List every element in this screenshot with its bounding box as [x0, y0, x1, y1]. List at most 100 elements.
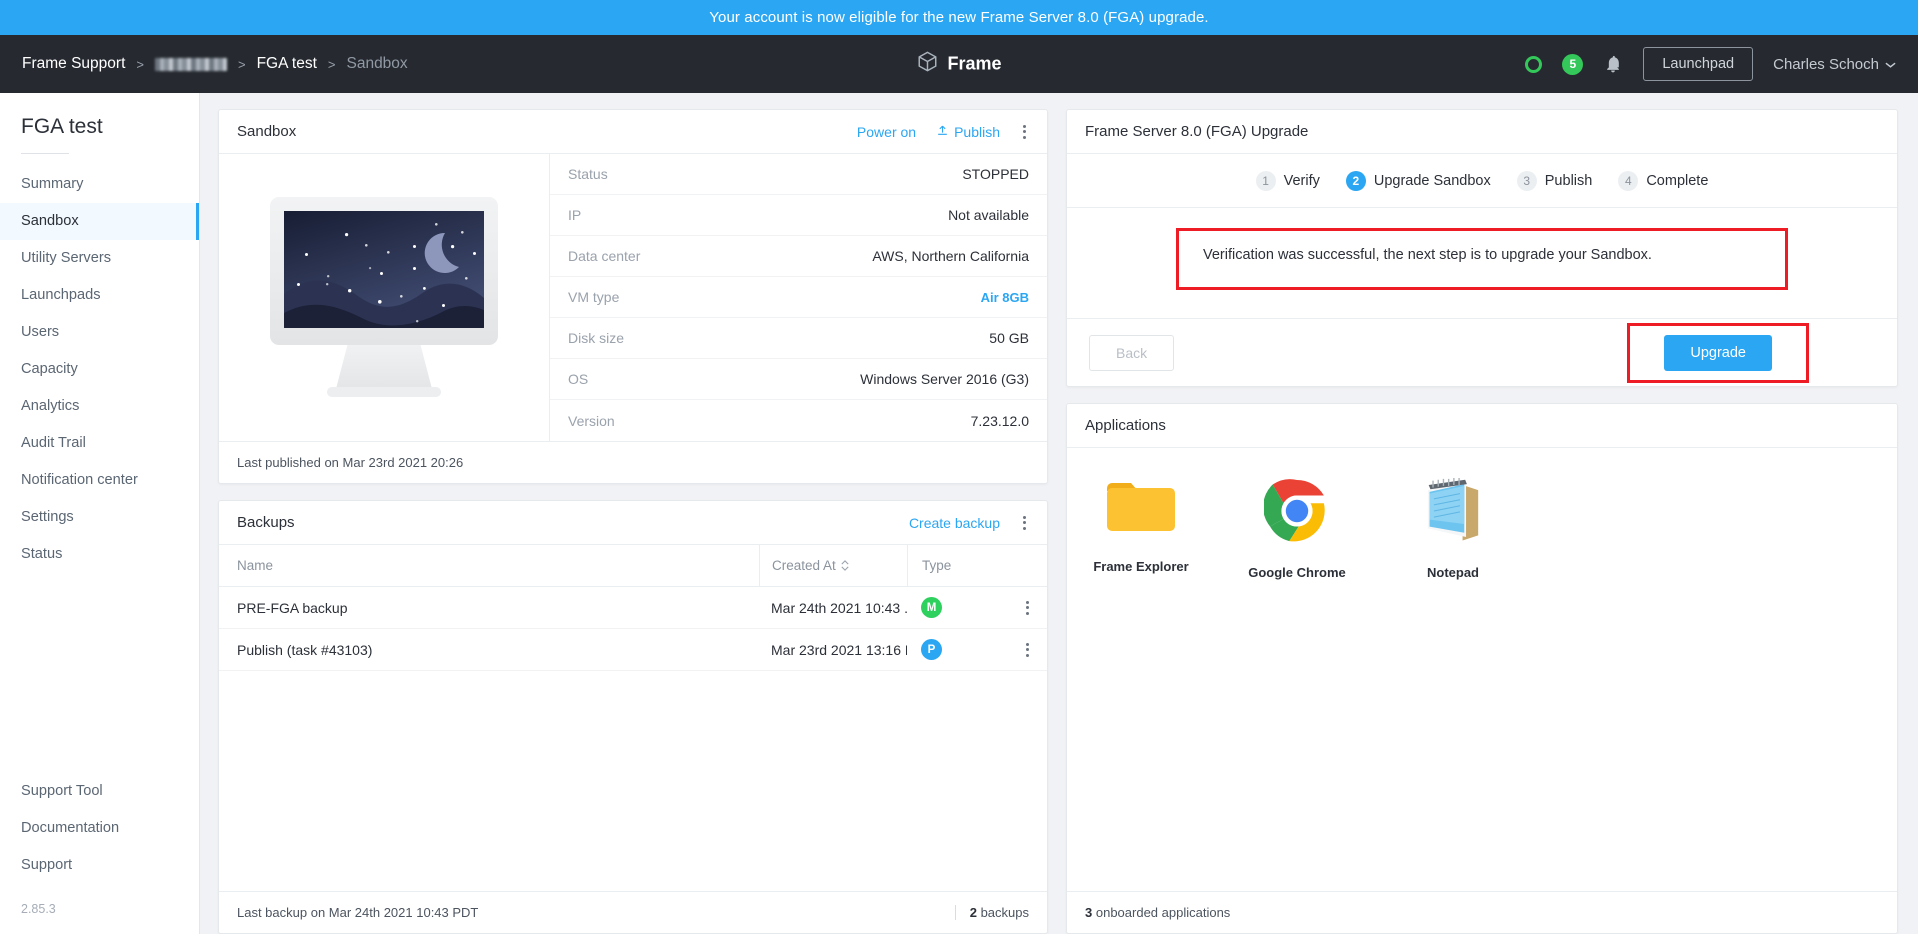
- step-number: 1: [1255, 170, 1276, 191]
- upload-icon: [936, 124, 949, 140]
- applications-count-label: onboarded applications: [1095, 905, 1231, 920]
- sandbox-card-actions: Power on Publish: [857, 122, 1029, 142]
- sandbox-card-header: Sandbox Power on Publish: [219, 110, 1047, 154]
- detail-value: STOPPED: [962, 166, 1029, 182]
- backup-name: Publish (task #43103): [237, 641, 373, 658]
- step-publish[interactable]: 3 Publish: [1516, 170, 1593, 191]
- step-label: Complete: [1646, 172, 1709, 189]
- notification-count-badge[interactable]: 5: [1562, 53, 1584, 75]
- application-notepad[interactable]: Notepad: [1401, 478, 1505, 891]
- step-label: Upgrade Sandbox: [1373, 172, 1491, 189]
- row-actions[interactable]: [1007, 598, 1047, 618]
- power-on-button[interactable]: Power on: [857, 124, 916, 140]
- backups-table: Name Created At Type PRE-FGA backup Mar …: [219, 545, 1047, 891]
- applications-card-footer: 3 onboarded applications: [1067, 891, 1897, 933]
- detail-value: AWS, Northern California: [872, 248, 1029, 264]
- bell-icon[interactable]: [1603, 54, 1623, 74]
- column-header-created-at-label: Created At: [772, 558, 836, 573]
- sidebar-item-documentation[interactable]: Documentation: [0, 810, 199, 847]
- step-label: Publish: [1544, 172, 1593, 189]
- sidebar-title: FGA test: [21, 115, 103, 138]
- create-backup-button[interactable]: Create backup: [909, 515, 1000, 531]
- step-upgrade-sandbox[interactable]: 2 Upgrade Sandbox: [1345, 170, 1491, 191]
- detail-row-ip: IP Not available: [550, 195, 1047, 236]
- backups-card-actions: Create backup: [909, 513, 1029, 533]
- detail-label: Status: [568, 166, 608, 182]
- sandbox-details-table: Status STOPPED IP Not available Data cen…: [549, 154, 1047, 441]
- backups-table-header: Name Created At Type: [219, 545, 1047, 587]
- table-row[interactable]: PRE-FGA backup Mar 24th 2021 10:43 ... M: [219, 587, 1047, 629]
- user-name: Charles Schoch: [1773, 55, 1879, 73]
- sidebar-item-capacity[interactable]: Capacity: [0, 351, 199, 388]
- application-name: Frame Explorer: [1093, 559, 1189, 574]
- detail-value: Windows Server 2016 (G3): [860, 371, 1029, 387]
- left-column: Sandbox Power on Publish Status STOPPED …: [218, 109, 1048, 934]
- sidebar-item-support-tool[interactable]: Support Tool: [0, 773, 199, 810]
- detail-value: Not available: [948, 207, 1029, 223]
- sidebar-item-status[interactable]: Status: [0, 536, 199, 573]
- application-frame-explorer[interactable]: Frame Explorer: [1089, 478, 1193, 891]
- back-button[interactable]: Back: [1089, 334, 1175, 371]
- banner-text: Your account is now eligible for the new…: [709, 9, 1209, 26]
- table-row[interactable]: Publish (task #43103) Mar 23rd 2021 13:1…: [219, 629, 1047, 671]
- sandbox-kebab-menu-icon[interactable]: [1020, 122, 1029, 142]
- detail-label: VM type: [568, 289, 620, 305]
- breadcrumb-item-2[interactable]: FGA test: [257, 55, 317, 73]
- application-google-chrome[interactable]: Google Chrome: [1245, 478, 1349, 891]
- verification-message-box: Verification was successful, the next st…: [1176, 228, 1788, 290]
- app-version: 2.85.3: [21, 902, 56, 916]
- sidebar-item-utility-servers[interactable]: Utility Servers: [0, 240, 199, 277]
- verification-message: Verification was successful, the next st…: [1203, 247, 1652, 263]
- row-actions[interactable]: [1007, 640, 1047, 660]
- upgrade-card-footer: Back Upgrade: [1067, 318, 1897, 386]
- publish-button[interactable]: Publish: [936, 124, 1000, 140]
- last-published-text: Last published on Mar 23rd 2021 20:26: [237, 455, 464, 470]
- launchpad-button[interactable]: Launchpad: [1643, 47, 1754, 81]
- sidebar-item-notification-center[interactable]: Notification center: [0, 462, 199, 499]
- backup-name: PRE-FGA backup: [237, 599, 348, 616]
- sandbox-card-footer: Last published on Mar 23rd 2021 20:26: [219, 441, 1047, 483]
- app-body: FGA test Summary Sandbox Utility Servers…: [0, 93, 1918, 934]
- vm-type-link[interactable]: Air 8GB: [981, 290, 1029, 305]
- step-complete[interactable]: 4 Complete: [1618, 170, 1709, 191]
- upgrade-card-header: Frame Server 8.0 (FGA) Upgrade: [1067, 110, 1897, 154]
- detail-label: Data center: [568, 248, 641, 264]
- sidebar-item-support[interactable]: Support: [0, 847, 199, 884]
- sidebar-item-launchpads[interactable]: Launchpads: [0, 277, 199, 314]
- detail-row-disk-size: Disk size 50 GB: [550, 318, 1047, 359]
- breadcrumb-item-current: Sandbox: [346, 55, 408, 72]
- sidebar-item-summary[interactable]: Summary: [0, 166, 199, 203]
- sidebar-nav: Summary Sandbox Utility Servers Launchpa…: [0, 166, 199, 573]
- step-label: Verify: [1283, 172, 1320, 189]
- backup-created-at: Mar 23rd 2021 13:16 P...: [771, 641, 907, 658]
- sidebar-item-users[interactable]: Users: [0, 314, 199, 351]
- upgrade-card-title: Frame Server 8.0 (FGA) Upgrade: [1085, 123, 1309, 140]
- applications-card-header: Applications: [1067, 404, 1897, 448]
- detail-row-data-center: Data center AWS, Northern California: [550, 236, 1047, 277]
- sidebar-item-settings[interactable]: Settings: [0, 499, 199, 536]
- sandbox-thumbnail: [219, 154, 549, 441]
- upgrade-button[interactable]: Upgrade: [1664, 334, 1772, 371]
- step-verify[interactable]: 1 Verify: [1255, 170, 1320, 191]
- row-kebab-menu-icon[interactable]: [1023, 598, 1032, 618]
- row-kebab-menu-icon[interactable]: [1023, 640, 1032, 660]
- backups-kebab-menu-icon[interactable]: [1020, 513, 1029, 533]
- folder-icon: [1104, 478, 1178, 543]
- detail-row-status: Status STOPPED: [550, 154, 1047, 195]
- sidebar-item-audit-trail[interactable]: Audit Trail: [0, 425, 199, 462]
- column-header-created-at[interactable]: Created At: [759, 545, 907, 586]
- step-number: 2: [1345, 170, 1366, 191]
- backup-type: M: [907, 587, 1007, 628]
- sandbox-card: Sandbox Power on Publish Status STOPPED …: [218, 109, 1048, 484]
- sandbox-card-title: Sandbox: [237, 123, 297, 140]
- breadcrumb-item-1-redacted[interactable]: [154, 57, 227, 71]
- breadcrumb-item-0[interactable]: Frame Support: [22, 55, 125, 73]
- account-eligibility-banner: Your account is now eligible for the new…: [0, 0, 1918, 35]
- sidebar-item-sandbox[interactable]: Sandbox: [0, 203, 199, 240]
- upgrade-button-highlight: Upgrade: [1627, 322, 1809, 383]
- user-menu[interactable]: Charles Schoch: [1773, 56, 1896, 73]
- table-empty-space: [219, 671, 1047, 891]
- status-ring-icon[interactable]: [1525, 55, 1543, 73]
- sidebar-item-analytics[interactable]: Analytics: [0, 388, 199, 425]
- backup-type: P: [907, 629, 1007, 670]
